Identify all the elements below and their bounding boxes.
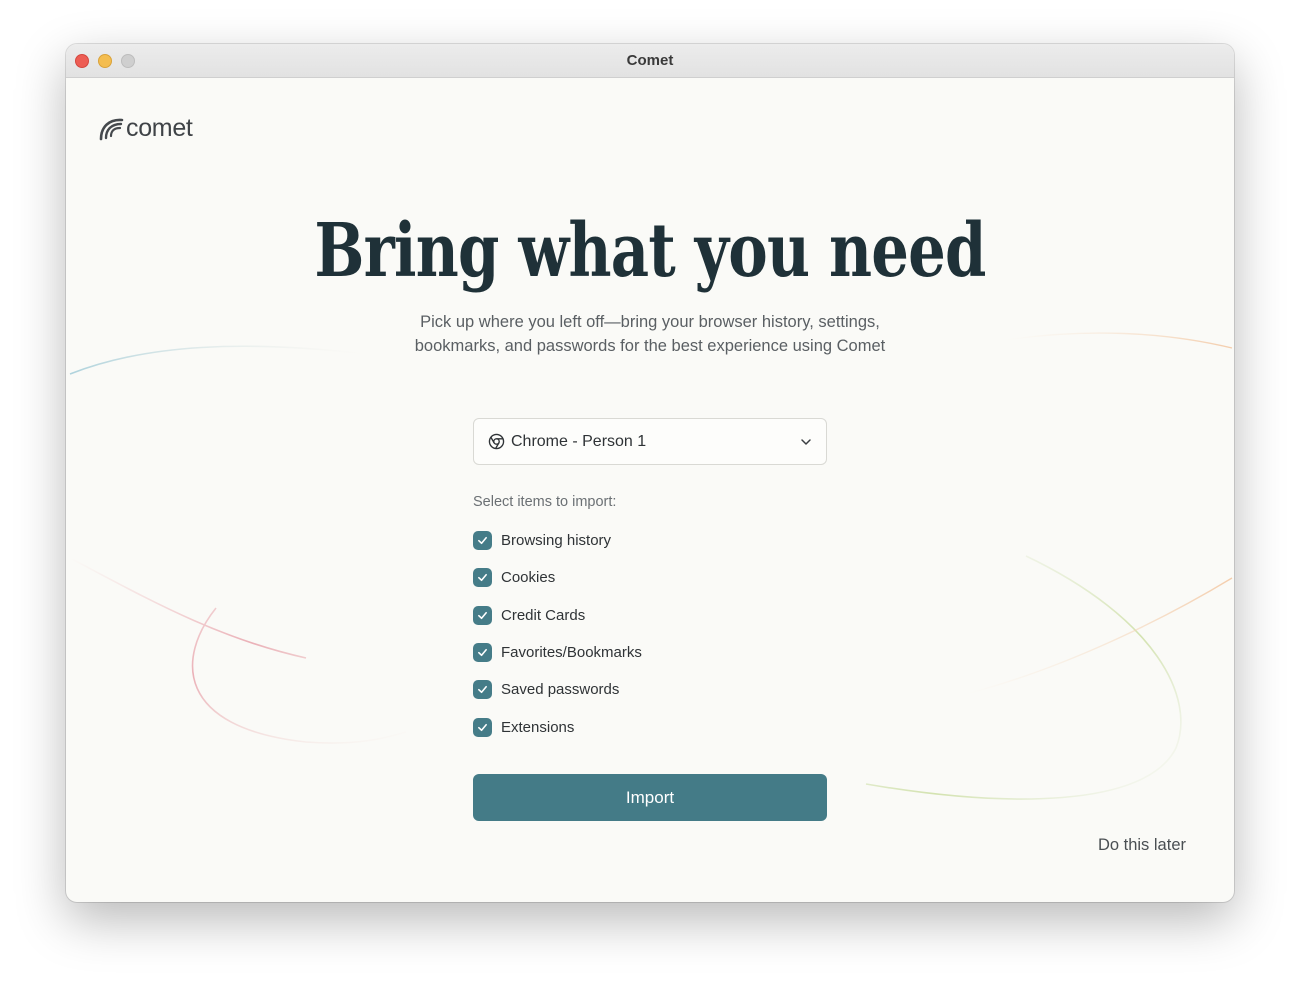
import-items-label: Select items to import: xyxy=(473,494,617,510)
do-this-later-link[interactable]: Do this later xyxy=(1098,836,1186,855)
checkmark-icon xyxy=(478,611,487,619)
app-window: Comet comet Bring what you need Pick up … xyxy=(66,44,1234,902)
checkbox-checked[interactable] xyxy=(473,642,492,662)
selected-profile-label: Chrome - Person 1 xyxy=(511,432,647,450)
chevron-down-icon xyxy=(801,439,811,445)
chrome-icon xyxy=(488,433,505,450)
browser-profile-select[interactable]: Chrome - Person 1 xyxy=(473,418,827,465)
import-item-favorites-bookmarks[interactable]: Favorites/Bookmarks xyxy=(473,642,642,662)
checkbox-checked[interactable] xyxy=(473,605,492,625)
checkmark-icon xyxy=(478,648,487,656)
checkmark-icon xyxy=(478,723,487,731)
page-headline: Bring what you need xyxy=(314,208,986,294)
checkbox-checked[interactable] xyxy=(473,717,492,737)
import-item-saved-passwords[interactable]: Saved passwords xyxy=(473,679,619,699)
import-item-label: Extensions xyxy=(501,718,575,736)
import-item-label: Cookies xyxy=(501,568,556,586)
import-item-label: Saved passwords xyxy=(501,680,620,698)
import-button[interactable]: Import xyxy=(473,774,827,821)
checkbox-checked[interactable] xyxy=(473,679,492,699)
window-title: Comet xyxy=(626,52,674,69)
import-item-cookies[interactable]: Cookies xyxy=(473,567,555,587)
import-item-label: Credit Cards xyxy=(501,606,586,624)
comet-logo: comet xyxy=(98,114,193,142)
checkmark-icon xyxy=(478,536,487,544)
page-subtitle: Pick up where you left off—bring your br… xyxy=(396,310,904,358)
import-item-browsing-history[interactable]: Browsing history xyxy=(473,530,611,550)
comet-logo-icon xyxy=(99,118,124,141)
subtitle-line-2: bookmarks, and passwords for the best ex… xyxy=(414,337,886,355)
checkmark-icon xyxy=(478,573,487,581)
subtitle-line-1: Pick up where you left off—bring your br… xyxy=(420,313,880,331)
checkmark-icon xyxy=(478,685,487,693)
import-item-extensions[interactable]: Extensions xyxy=(473,717,574,737)
title-bar: Comet xyxy=(66,44,1234,78)
onboarding-content: comet Bring what you need Pick up where … xyxy=(66,78,1234,902)
import-item-label: Browsing history xyxy=(501,531,612,549)
logo-wordmark: comet xyxy=(126,113,193,142)
checkbox-checked[interactable] xyxy=(473,530,492,550)
import-item-label: Favorites/Bookmarks xyxy=(501,643,642,661)
checkbox-checked[interactable] xyxy=(473,567,492,587)
import-item-credit-cards[interactable]: Credit Cards xyxy=(473,605,585,625)
